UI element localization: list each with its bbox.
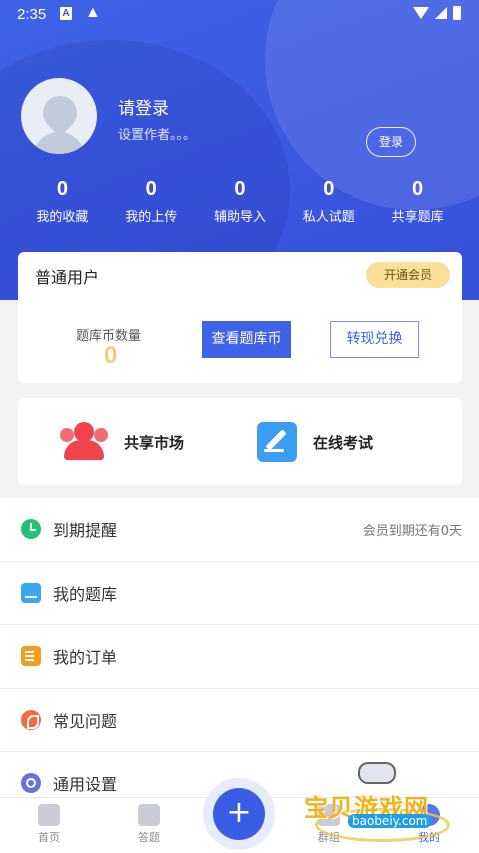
stat-value: 0 — [234, 178, 246, 200]
status-indicators — [413, 6, 461, 20]
menu-item-label: 到期提醒 — [53, 521, 118, 541]
signal-icon — [435, 7, 447, 19]
stat-favorites[interactable]: 0 我的收藏 — [18, 178, 107, 225]
group-icon — [318, 804, 340, 826]
menu-list: 到期提醒 会员到期还有0天 我的题库 我的订单 常见问题 通用设置 — [0, 498, 479, 816]
status-bar: 2:35 A ▲ — [0, 0, 479, 30]
stat-label: 我的收藏 — [36, 210, 89, 225]
user-type: 普通用户 — [35, 268, 100, 287]
stat-uploads[interactable]: 0 我的上传 — [107, 178, 196, 225]
stat-label: 我的上传 — [125, 210, 178, 225]
stat-label: 辅助导入 — [213, 210, 266, 225]
nav-label: 群组 — [318, 831, 340, 844]
menu-item-label: 通用设置 — [53, 775, 118, 795]
feature-label: 共享市场 — [124, 433, 185, 452]
add-button[interactable]: + — [213, 788, 265, 840]
coin-count-value: 0 — [104, 342, 118, 369]
login-prompt[interactable]: 请登录 — [118, 94, 169, 119]
stat-imports[interactable]: 0 辅助导入 — [196, 178, 285, 225]
stat-private-questions[interactable]: 0 私人试题 — [284, 178, 373, 225]
login-button[interactable]: 登录 — [366, 127, 416, 157]
nav-label: 我的 — [418, 831, 440, 844]
battery-icon — [453, 6, 461, 20]
notification-a-icon: A — [60, 7, 72, 20]
stats-row: 0 我的收藏 0 我的上传 0 辅助导入 0 私人试题 0 共享题库 — [18, 178, 462, 225]
avatar-body — [33, 132, 85, 154]
nav-label: 答题 — [138, 831, 160, 844]
settings-icon — [21, 773, 41, 794]
stat-label: 共享题库 — [391, 210, 444, 225]
stat-shared-bank[interactable]: 0 共享题库 — [373, 178, 462, 225]
cash-exchange-button[interactable]: 转现兑换 — [330, 321, 419, 358]
question-bank-icon — [21, 582, 41, 603]
features-card: 共享市场 在线考试 — [18, 398, 462, 485]
open-vip-button[interactable]: 开通会员 — [366, 262, 450, 288]
stat-value: 0 — [56, 178, 68, 200]
feature-label: 在线考试 — [313, 433, 374, 452]
wifi-icon — [413, 7, 429, 19]
menu-item-label: 常见问题 — [53, 711, 118, 731]
author-setting[interactable]: 设置作者。。。 — [118, 124, 196, 143]
avatar-head — [35, 88, 85, 138]
menu-item-my-bank[interactable]: 我的题库 — [0, 562, 479, 625]
stat-value: 0 — [145, 178, 157, 200]
answer-icon — [138, 804, 160, 826]
warning-icon: ▲ — [85, 4, 101, 21]
shared-market-entry[interactable]: 共享市场 — [60, 422, 184, 462]
expiry-info: 会员到期还有0天 — [362, 523, 462, 539]
menu-item-label: 我的题库 — [53, 584, 118, 604]
menu-item-expiry-reminder[interactable]: 到期提醒 会员到期还有0天 — [0, 498, 479, 562]
people-icon — [60, 422, 108, 462]
nav-answer[interactable]: 答题 — [119, 804, 179, 845]
menu-item-faq[interactable]: 常见问题 — [0, 689, 479, 752]
menu-item-label: 我的订单 — [53, 648, 118, 668]
menu-item-my-orders[interactable]: 我的订单 — [0, 625, 479, 689]
home-icon — [38, 804, 60, 826]
stat-label: 私人试题 — [302, 210, 355, 225]
faq-icon — [21, 709, 41, 730]
online-exam-entry[interactable]: 在线考试 — [257, 422, 373, 462]
nav-label: 首页 — [38, 831, 60, 844]
avatar[interactable] — [21, 78, 97, 154]
clock-icon — [21, 519, 41, 540]
nav-mine[interactable]: 我的 — [399, 804, 459, 845]
view-coins-button[interactable]: 查看题库币 — [202, 321, 291, 358]
order-icon — [21, 646, 41, 667]
membership-card: 普通用户 开通会员 题库币数量 0 查看题库币 转现兑换 — [18, 252, 462, 383]
edit-icon — [257, 422, 297, 462]
nav-home[interactable]: 首页 — [19, 804, 79, 845]
stat-value: 0 — [412, 178, 424, 200]
stat-value: 0 — [323, 178, 335, 200]
status-time: 2:35 — [17, 6, 47, 23]
nav-group[interactable]: 群组 — [299, 804, 359, 845]
profile-icon — [418, 804, 440, 826]
